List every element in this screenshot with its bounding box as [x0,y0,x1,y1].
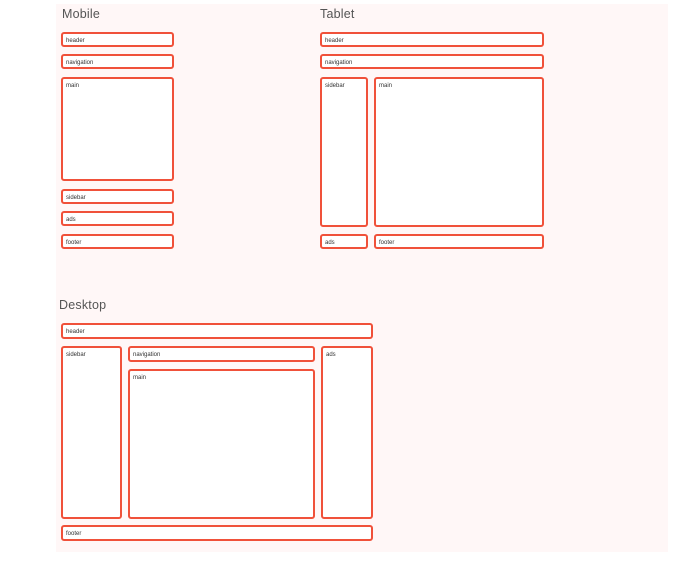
desktop-footer-box: footer [61,525,373,541]
tablet-title: Tablet [320,7,355,21]
tablet-sidebar-box: sidebar [320,77,368,227]
mobile-header-box: header [61,32,174,47]
desktop-sidebar-box: sidebar [61,346,122,519]
tablet-header-box: header [320,32,544,47]
mobile-ads-box: ads [61,211,174,226]
mobile-main-box: main [61,77,174,181]
mobile-navigation-box: navigation [61,54,174,69]
desktop-ads-box: ads [321,346,373,519]
mobile-sidebar-box: sidebar [61,189,174,204]
tablet-navigation-box: navigation [320,54,544,69]
tablet-footer-box: footer [374,234,544,249]
desktop-navigation-box: navigation [128,346,315,362]
mobile-title: Mobile [62,7,101,21]
mobile-footer-box: footer [61,234,174,249]
desktop-title: Desktop [59,298,107,312]
tablet-ads-box: ads [320,234,368,249]
desktop-header-box: header [61,323,373,339]
desktop-main-box: main [128,369,315,519]
tablet-main-box: main [374,77,544,227]
